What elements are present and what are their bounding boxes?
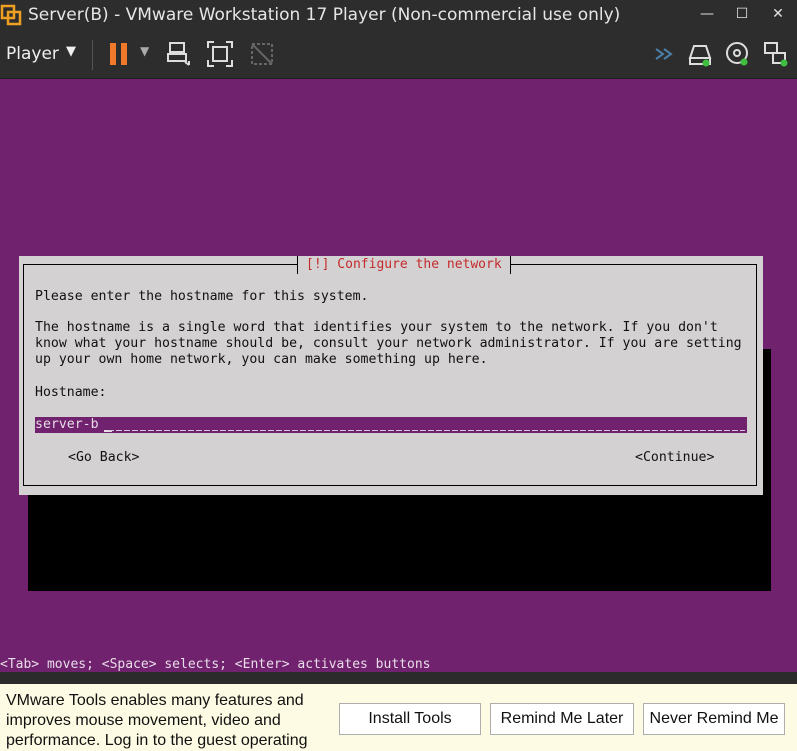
continue-button[interactable]: <Continue> <box>635 450 714 465</box>
never-remind-me-button[interactable]: Never Remind Me <box>643 703 785 735</box>
status-strip <box>0 672 797 684</box>
window-title: Server(B) - VMware Workstation 17 Player… <box>28 5 621 25</box>
hostname-input-value: server-b <box>35 417 99 432</box>
description-line: know what your hostname should be, consu… <box>35 336 742 351</box>
input-fill-line <box>108 430 745 431</box>
full-screen-icon[interactable] <box>206 40 234 68</box>
power-options-caret-icon[interactable]: ▼ <box>140 44 149 58</box>
configure-network-dialog: [!] Configure the network Please enter t… <box>19 256 763 495</box>
hard-disk-icon[interactable] <box>686 40 714 68</box>
toolbar: Player ▼ ▼ <box>0 30 797 79</box>
toolbar-separator <box>92 40 93 70</box>
description-line: The hostname is a single word that ident… <box>35 320 718 335</box>
hostname-input[interactable]: server-b <box>35 417 747 433</box>
pause-icon[interactable] <box>108 42 130 66</box>
forward-icon[interactable] <box>652 40 680 68</box>
title-bar: Server(B) - VMware Workstation 17 Player… <box>0 0 797 30</box>
unity-icon[interactable] <box>248 40 276 68</box>
cd-dvd-icon[interactable] <box>724 40 752 68</box>
vmware-tools-notification: VMware Tools enables many features and i… <box>0 684 797 751</box>
go-back-button[interactable]: <Go Back> <box>68 450 139 465</box>
vmware-logo-icon <box>0 4 22 26</box>
close-button[interactable]: ✕ <box>761 0 795 28</box>
dialog-title: [!] Configure the network <box>297 256 511 274</box>
hostname-label: Hostname: <box>35 385 107 400</box>
description-line: up your own home network, you can make s… <box>35 352 488 367</box>
player-menu-caret-icon[interactable]: ▼ <box>66 44 76 59</box>
hostname-prompt: Please enter the hostname for this syste… <box>35 289 369 304</box>
minimize-button[interactable]: — <box>690 0 724 28</box>
network-adapter-icon[interactable] <box>762 40 790 68</box>
player-menu[interactable]: Player <box>6 44 59 64</box>
remind-me-later-button[interactable]: Remind Me Later <box>490 703 634 735</box>
console-status-line: <Tab> moves; <Space> selects; <Enter> ac… <box>0 657 431 672</box>
notification-message: VMware Tools enables many features and i… <box>6 692 308 749</box>
send-ctrl-alt-del-icon[interactable] <box>165 40 193 68</box>
maximize-button[interactable]: ☐ <box>725 0 759 28</box>
install-tools-button[interactable]: Install Tools <box>339 703 481 735</box>
